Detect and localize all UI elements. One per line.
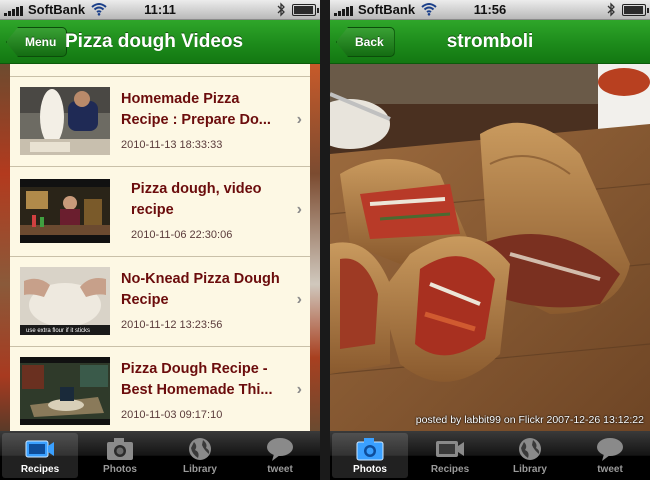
tab-label: Photos xyxy=(103,464,137,475)
bluetooth-icon xyxy=(277,2,285,17)
list-item[interactable]: Homemade Pizza Recipe : Prepare Do... 20… xyxy=(10,77,310,167)
video-camera-icon xyxy=(436,441,464,457)
navigation-bar: Menu Pizza dough Videos xyxy=(0,20,320,64)
globe-icon xyxy=(189,438,211,460)
tab-recipes[interactable]: Recipes xyxy=(412,433,488,478)
camera-icon xyxy=(107,438,133,460)
tab-label: Library xyxy=(513,464,547,475)
tab-bar: Recipes Photos Library tweet xyxy=(0,431,320,480)
tab-label: tweet xyxy=(267,464,293,475)
video-date: 2010-11-12 13:23:56 xyxy=(121,319,223,331)
tab-photos[interactable]: Photos xyxy=(332,433,408,478)
stromboli-photo[interactable]: posted by labbit99 on Flickr 2007-12-26 … xyxy=(330,64,650,431)
video-thumbnail-caption: use extra flour if it sticks xyxy=(26,328,91,334)
camera-icon xyxy=(356,438,384,461)
background-photo-edge xyxy=(310,64,320,431)
video-camera-icon xyxy=(25,440,54,458)
tab-tweet[interactable]: tweet xyxy=(572,433,648,478)
list-item[interactable]: use extra flour if it sticks No-Knead Pi… xyxy=(10,257,310,347)
bluetooth-icon xyxy=(607,2,615,17)
video-thumbnail xyxy=(20,87,110,155)
list-item-partial xyxy=(10,64,310,77)
globe-icon xyxy=(519,438,541,460)
list-item[interactable]: Pizza dough, video recipe 2010-11-06 22:… xyxy=(10,167,310,257)
video-thumbnail xyxy=(20,179,110,243)
battery-icon xyxy=(292,4,319,16)
speech-bubble-icon xyxy=(267,438,293,461)
video-title: No-Knead Pizza Dough Recipe xyxy=(121,271,280,308)
tab-tweet[interactable]: tweet xyxy=(242,433,318,478)
tab-library[interactable]: Library xyxy=(162,433,238,478)
tab-photos[interactable]: Photos xyxy=(82,433,158,478)
tab-library[interactable]: Library xyxy=(492,433,568,478)
video-list-screen: SoftBank 11:11 Menu Pizza dough Videos H… xyxy=(0,0,320,480)
video-title: Pizza dough, video recipe xyxy=(131,181,262,218)
video-list[interactable]: Homemade Pizza Recipe : Prepare Do... 20… xyxy=(10,64,310,431)
tab-label: Recipes xyxy=(20,464,60,475)
chevron-right-icon: › xyxy=(296,291,302,308)
list-item[interactable]: Pizza Dough Recipe - Best Homemade Thi..… xyxy=(10,347,310,431)
menu-button[interactable]: Menu xyxy=(6,27,68,57)
video-thumbnail xyxy=(20,357,110,425)
tab-bar: Photos Recipes Library tweet xyxy=(330,431,650,480)
tab-label: Library xyxy=(183,464,217,475)
chevron-right-icon: › xyxy=(296,111,302,128)
chevron-right-icon: › xyxy=(296,381,302,398)
page-title: Pizza dough Videos xyxy=(65,31,244,52)
photo-detail-screen: SoftBank 11:56 Back stromboli posted by … xyxy=(330,0,650,480)
video-thumbnail: use extra flour if it sticks xyxy=(20,267,110,335)
status-time: 11:11 xyxy=(144,2,176,17)
speech-bubble-icon xyxy=(597,438,623,461)
video-title: Pizza Dough Recipe - Best Homemade Thi..… xyxy=(121,361,273,398)
photo-caption: posted by labbit99 on Flickr 2007-12-26 … xyxy=(415,414,644,426)
navigation-bar: Back stromboli xyxy=(330,20,650,64)
video-date: 2010-11-03 09:17:10 xyxy=(121,409,223,421)
video-title: Homemade Pizza Recipe : Prepare Do... xyxy=(121,91,271,128)
video-date: 2010-11-06 22:30:06 xyxy=(131,229,233,241)
tab-label: Recipes xyxy=(430,464,470,475)
battery-icon xyxy=(622,4,649,16)
tab-label: tweet xyxy=(597,464,623,475)
page-title: stromboli xyxy=(446,31,534,52)
chevron-right-icon: › xyxy=(296,201,302,218)
background-photo-edge xyxy=(0,64,10,431)
status-time: 11:56 xyxy=(473,2,507,17)
status-bar: SoftBank 11:11 xyxy=(0,0,320,20)
tab-label: Photos xyxy=(353,464,387,475)
video-date: 2010-11-13 18:33:33 xyxy=(121,139,223,151)
status-bar: SoftBank 11:56 xyxy=(330,0,650,20)
tab-recipes[interactable]: Recipes xyxy=(2,433,78,478)
